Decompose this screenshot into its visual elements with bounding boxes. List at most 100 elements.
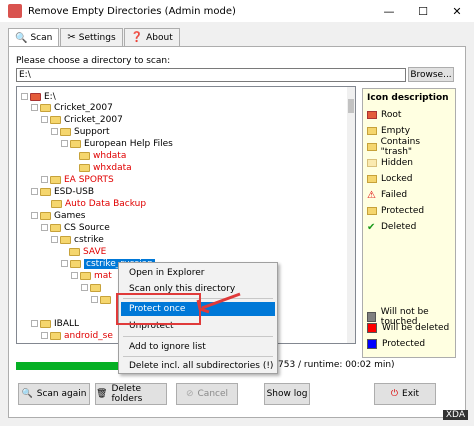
- tree-node[interactable]: [81, 282, 104, 293]
- protected-folder-icon: [367, 207, 377, 215]
- show-log-label: Show log: [266, 389, 308, 399]
- collapse-icon[interactable]: [31, 188, 38, 195]
- menu-item-delete-all[interactable]: Delete incl. all subdirectories (!): [121, 359, 275, 373]
- legend-color-label: Protected: [382, 339, 426, 349]
- tab-about-label: About: [146, 32, 173, 43]
- tree-node[interactable]: Cricket_2007: [31, 102, 113, 113]
- collapse-icon[interactable]: [41, 176, 48, 183]
- folder-icon: [90, 283, 101, 292]
- tree-node-label: mat: [94, 270, 112, 281]
- delete-folders-button[interactable]: 🗑 Delete folders: [95, 383, 167, 405]
- show-log-button[interactable]: Show log: [264, 383, 310, 405]
- tree-node-label: CS Source: [64, 222, 110, 233]
- menu-separator: [123, 356, 273, 357]
- menu-item-open-explorer[interactable]: Open in Explorer: [121, 266, 275, 280]
- tree-node[interactable]: Support: [51, 126, 110, 137]
- collapse-icon[interactable]: [51, 236, 58, 243]
- runtime-status: 753 / runtime: 00:02 min): [278, 360, 395, 370]
- collapse-icon[interactable]: [61, 260, 68, 267]
- folder-icon: [79, 151, 90, 160]
- legend-item: Contains "trash": [367, 137, 451, 157]
- tree-node[interactable]: whdata: [79, 150, 126, 161]
- tree-node[interactable]: SAVE: [69, 246, 106, 257]
- tree-node-label: Auto Data Backup: [65, 198, 147, 209]
- scan-again-button[interactable]: 🔍 Scan again: [18, 383, 90, 405]
- watermark-logo: XDA: [442, 410, 468, 420]
- maximize-button[interactable]: ☐: [406, 0, 440, 22]
- folder-icon: [100, 295, 111, 304]
- directory-input[interactable]: [16, 68, 406, 82]
- minimize-button[interactable]: —: [372, 0, 406, 22]
- tree-node[interactable]: Cricket_2007: [41, 114, 123, 125]
- legend-item: Protected: [367, 203, 451, 219]
- collapse-icon[interactable]: [31, 104, 38, 111]
- close-button[interactable]: ✕: [440, 0, 474, 22]
- tree-node[interactable]: European Help Files: [61, 138, 173, 149]
- tree-node-label: whdata: [93, 150, 127, 161]
- exit-button[interactable]: ⏻ Exit: [374, 383, 436, 405]
- cancel-button[interactable]: ⊘ Cancel: [176, 383, 238, 405]
- gray-swatch: [367, 312, 376, 322]
- tree-node[interactable]: mat: [71, 270, 112, 281]
- tree-node[interactable]: IBALL: [31, 318, 79, 329]
- collapse-icon[interactable]: [91, 296, 98, 303]
- folder-icon: [70, 139, 81, 148]
- collapse-icon[interactable]: [41, 116, 48, 123]
- tree-node-label: IBALL: [54, 318, 80, 329]
- collapse-icon[interactable]: [41, 332, 48, 339]
- folder-icon: [50, 115, 61, 124]
- legend-color-item: Protected: [367, 339, 425, 349]
- folder-icon: [50, 175, 61, 184]
- collapse-icon[interactable]: [31, 320, 38, 327]
- tree-node-label: Games: [54, 210, 86, 221]
- root-icon: [367, 111, 377, 119]
- collapse-icon[interactable]: [61, 140, 68, 147]
- legend-label: Contains "trash": [380, 137, 421, 157]
- legend-color-label: Will be deleted: [382, 323, 450, 333]
- folder-icon: [40, 103, 51, 112]
- tree-node[interactable]: cstrike: [51, 234, 104, 245]
- tree-node-label: European Help Files: [84, 138, 173, 149]
- legend-color-item: Will be deleted: [367, 323, 449, 333]
- collapse-icon[interactable]: [31, 212, 38, 219]
- tree-node[interactable]: CS Source: [41, 222, 110, 233]
- tree-node[interactable]: [91, 294, 114, 305]
- tree-node[interactable]: whxdata: [79, 162, 132, 173]
- tree-node[interactable]: ESD-USB: [31, 186, 94, 197]
- tree-node[interactable]: android_se: [41, 330, 113, 341]
- browse-button[interactable]: Browse...: [408, 67, 454, 82]
- tree-node[interactable]: E:\: [21, 91, 56, 102]
- folder-icon: [70, 259, 81, 268]
- tree-scrollbar[interactable]: [347, 87, 355, 343]
- title-bar: Remove Empty Directories (Admin mode) — …: [0, 0, 474, 22]
- collapse-icon[interactable]: [81, 284, 88, 291]
- folder-icon: [60, 235, 71, 244]
- tab-settings[interactable]: ✂ Settings: [60, 28, 123, 46]
- collapse-icon[interactable]: [71, 272, 78, 279]
- collapse-icon[interactable]: [51, 128, 58, 135]
- tree-node[interactable]: Games: [31, 210, 85, 221]
- folder-icon: [79, 163, 90, 172]
- menu-separator: [123, 336, 273, 337]
- tab-settings-label: Settings: [78, 32, 116, 43]
- tab-scan[interactable]: 🔍 Scan: [8, 28, 60, 47]
- icon-legend: Icon description Root Empty Contains "tr…: [362, 88, 456, 358]
- folder-icon: [50, 331, 61, 340]
- locked-folder-icon: [367, 175, 377, 183]
- menu-item-add-ignore[interactable]: Add to ignore list: [121, 340, 275, 354]
- tree-node[interactable]: EA SPORTS: [41, 174, 114, 185]
- tree-node[interactable]: Auto Data Backup: [51, 198, 146, 209]
- folder-icon: [40, 319, 51, 328]
- tree-node-label: android_se: [64, 330, 113, 341]
- legend-item: Locked: [367, 171, 451, 187]
- legend-label: Root: [381, 110, 402, 120]
- tab-about[interactable]: ❓ About: [123, 28, 180, 46]
- tree-node-label: cstrike: [74, 234, 104, 245]
- tree-node-label: SAVE: [83, 246, 107, 257]
- cancel-icon: ⊘: [185, 389, 194, 399]
- collapse-icon[interactable]: [41, 224, 48, 231]
- exit-icon: ⏻: [390, 389, 399, 399]
- collapse-icon[interactable]: [21, 93, 28, 100]
- legend-label: Hidden: [381, 158, 413, 168]
- scrollbar-thumb[interactable]: [348, 99, 354, 113]
